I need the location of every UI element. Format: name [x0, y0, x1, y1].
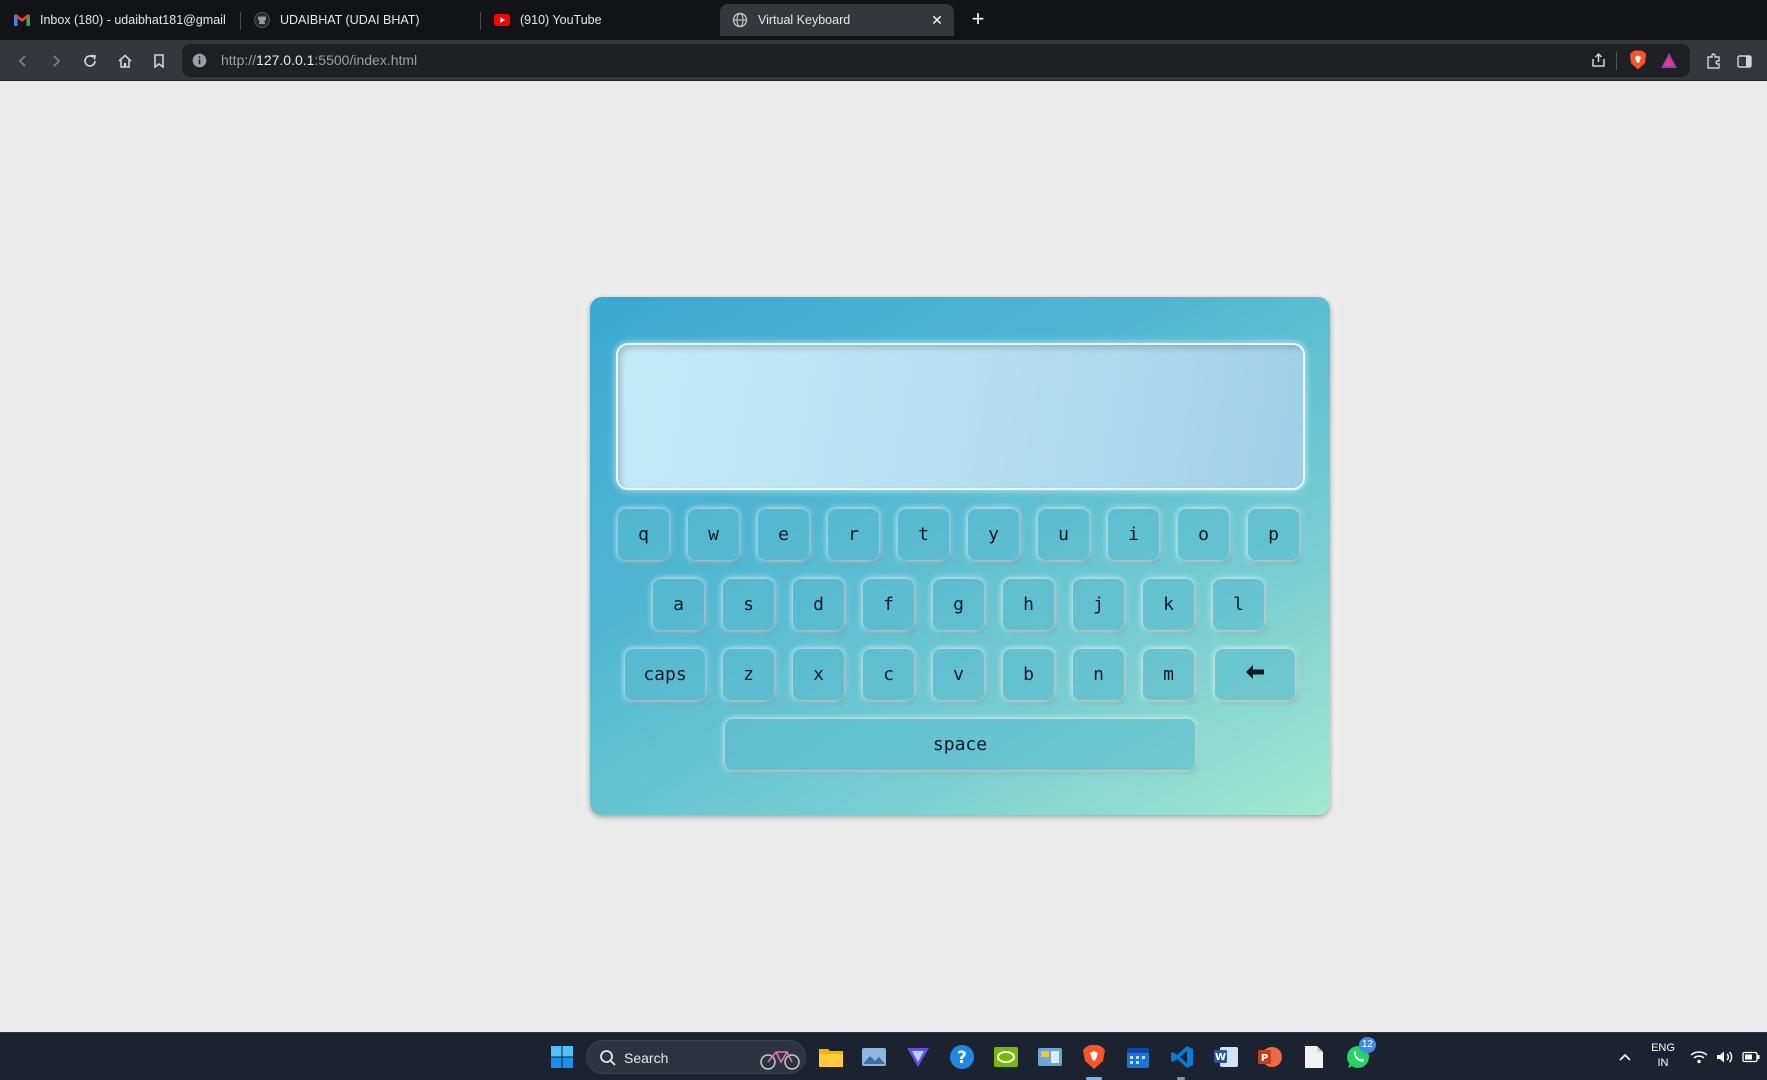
calendar-app-icon[interactable]	[1122, 1041, 1154, 1073]
key-n[interactable]: n	[1073, 649, 1124, 700]
key-r[interactable]: r	[828, 509, 879, 560]
brave-browser-icon[interactable]	[1078, 1041, 1110, 1073]
new-tab-button[interactable]: +	[966, 8, 990, 32]
key-e[interactable]: e	[758, 509, 809, 560]
key-t[interactable]: t	[898, 509, 949, 560]
home-icon[interactable]	[114, 50, 136, 72]
github-icon	[254, 12, 270, 28]
key-k[interactable]: k	[1143, 579, 1194, 630]
file-explorer-icon[interactable]	[815, 1041, 847, 1073]
svg-text:P: P	[1261, 1053, 1268, 1064]
keyboard-card: q w e r t y u i o p a s d f g h j k l ca…	[590, 297, 1330, 815]
battery-icon[interactable]	[1740, 1041, 1762, 1073]
svg-text:?: ?	[957, 1048, 967, 1068]
tab-label: Virtual Keyboard	[758, 13, 851, 27]
notepad-file-icon[interactable]	[1298, 1041, 1330, 1073]
key-o[interactable]: o	[1178, 509, 1229, 560]
vscode-icon[interactable]	[1166, 1041, 1198, 1073]
tab-virtual-keyboard[interactable]: Virtual Keyboard ✕	[720, 4, 954, 36]
key-g[interactable]: g	[933, 579, 984, 630]
bookmark-icon[interactable]	[148, 50, 170, 72]
key-j[interactable]: j	[1073, 579, 1124, 630]
nvidia-icon[interactable]	[990, 1041, 1022, 1073]
word-doc-icon[interactable]: W	[1210, 1041, 1242, 1073]
tab-strip: Inbox (180) - udaibhat181@gmail.co UDAIB…	[0, 0, 1767, 40]
key-d[interactable]: d	[793, 579, 844, 630]
browser-toolbar: http://127.0.0.1:5500/index.html	[0, 40, 1767, 81]
tab-youtube[interactable]: (910) YouTube	[482, 4, 718, 36]
wifi-icon[interactable]	[1688, 1041, 1710, 1073]
tab-github[interactable]: UDAIBHAT (UDAI BHAT)	[242, 4, 478, 36]
whatsapp-icon[interactable]: 12	[1342, 1037, 1376, 1073]
brave-shields-icon[interactable]	[1627, 49, 1649, 71]
close-tab-icon[interactable]: ✕	[928, 11, 946, 29]
forward-icon[interactable]	[45, 50, 67, 72]
tab-separator	[240, 12, 241, 30]
key-w[interactable]: w	[688, 509, 739, 560]
key-backspace[interactable]	[1215, 649, 1295, 700]
key-c[interactable]: c	[863, 649, 914, 700]
help-icon[interactable]: ?	[946, 1041, 978, 1073]
control-panel-icon[interactable]	[1034, 1041, 1066, 1073]
vpn-app-icon[interactable]	[902, 1041, 934, 1073]
site-info-icon[interactable]	[192, 53, 207, 68]
key-m[interactable]: m	[1143, 649, 1194, 700]
url-text: http://127.0.0.1:5500/index.html	[221, 52, 418, 68]
key-y[interactable]: y	[968, 509, 1019, 560]
taskbar: Search ? W P 12 ENG IN	[0, 1032, 1767, 1080]
gmail-icon	[14, 12, 30, 28]
notification-badge: 12	[1358, 1037, 1376, 1053]
tab-label: UDAIBHAT (UDAI BHAT)	[280, 13, 420, 27]
tab-gmail[interactable]: Inbox (180) - udaibhat181@gmail.co	[2, 4, 238, 36]
share-icon[interactable]	[1587, 49, 1609, 71]
key-s[interactable]: s	[723, 579, 774, 630]
tab-label: (910) YouTube	[520, 13, 602, 27]
chevron-up-icon[interactable]	[1609, 1041, 1641, 1073]
back-icon[interactable]	[12, 50, 34, 72]
search-icon	[599, 1049, 617, 1067]
bicycle-highlight-icon	[759, 1045, 801, 1071]
volume-icon[interactable]	[1714, 1041, 1736, 1073]
toolbar-divider	[1616, 52, 1617, 70]
search-label: Search	[624, 1050, 669, 1066]
key-x[interactable]: x	[793, 649, 844, 700]
globe-icon	[732, 12, 748, 28]
key-l[interactable]: l	[1213, 579, 1264, 630]
key-h[interactable]: h	[1003, 579, 1054, 630]
reload-icon[interactable]	[79, 50, 101, 72]
sidebar-toggle-icon[interactable]	[1733, 50, 1755, 72]
svg-text:W: W	[1215, 1052, 1226, 1063]
powerpoint-icon[interactable]: P	[1254, 1041, 1286, 1073]
brave-rewards-icon[interactable]	[1658, 49, 1680, 71]
key-f[interactable]: f	[863, 579, 914, 630]
extensions-icon[interactable]	[1702, 50, 1724, 72]
taskbar-search[interactable]: Search	[586, 1040, 806, 1074]
windows-start-icon[interactable]	[546, 1041, 578, 1073]
key-i[interactable]: i	[1108, 509, 1159, 560]
key-v[interactable]: v	[933, 649, 984, 700]
youtube-icon	[494, 12, 510, 28]
key-p[interactable]: p	[1248, 509, 1299, 560]
key-space[interactable]: space	[725, 719, 1195, 770]
key-caps[interactable]: caps	[625, 649, 705, 700]
text-display[interactable]	[616, 343, 1305, 490]
key-u[interactable]: u	[1038, 509, 1089, 560]
key-z[interactable]: z	[723, 649, 774, 700]
key-a[interactable]: a	[653, 579, 704, 630]
tab-label: Inbox (180) - udaibhat181@gmail.co	[40, 13, 226, 27]
backspace-arrow-icon	[1245, 664, 1265, 685]
photos-app-icon[interactable]	[858, 1041, 890, 1073]
address-bar[interactable]: http://127.0.0.1:5500/index.html	[182, 44, 1690, 77]
language-indicator[interactable]: ENG IN	[1648, 1041, 1678, 1071]
key-b[interactable]: b	[1003, 649, 1054, 700]
key-q[interactable]: q	[618, 509, 669, 560]
tab-separator	[480, 12, 481, 30]
